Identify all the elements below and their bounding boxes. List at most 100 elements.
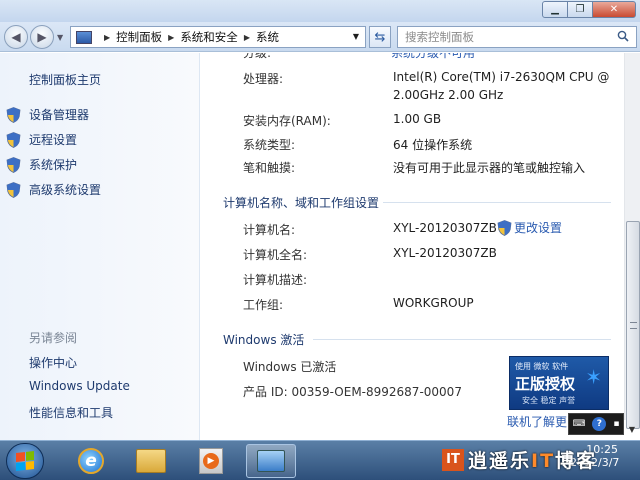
sidebar-item-advanced-settings[interactable]: 高级系统设置	[6, 181, 101, 198]
sidebar-item-label: 高级系统设置	[29, 183, 102, 197]
uac-shield-icon	[497, 219, 512, 236]
tray-menu-icon[interactable]: ▪	[613, 419, 619, 429]
folder-icon	[136, 449, 166, 473]
address-bar[interactable]: ▶ 控制面板 ▶ 系统和安全 ▶ 系统 ▼	[70, 26, 366, 48]
control-panel-icon	[76, 30, 92, 44]
scroll-down-arrow[interactable]: ▼	[625, 422, 639, 436]
breadcrumb-system-security[interactable]: 系统和安全	[180, 29, 238, 45]
watermark-text-b: 博客	[555, 450, 598, 472]
star-icon: ✶	[585, 365, 602, 389]
recent-pages-dropdown[interactable]: ▼	[57, 33, 63, 42]
internet-explorer-icon: e	[78, 448, 104, 474]
taskbar-explorer[interactable]	[126, 444, 176, 478]
rating-link[interactable]: 系统分级不可用	[391, 53, 475, 61]
sidebar-item-label: 远程设置	[29, 133, 78, 147]
taskbar-internet-explorer[interactable]: e	[66, 444, 116, 478]
see-also-windows-update[interactable]: Windows Update	[29, 379, 130, 393]
forward-button[interactable]: ▶	[30, 25, 54, 49]
ram-label: 安装内存(RAM):	[243, 114, 331, 128]
taskbar-control-panel[interactable]	[246, 444, 296, 478]
activation-status: Windows 已激活	[243, 360, 337, 374]
chevron-right-icon: ▶	[104, 32, 111, 42]
change-settings-link[interactable]: 更改设置	[497, 219, 562, 236]
close-button[interactable]: ✕	[592, 1, 636, 18]
computer-name-section-heading: 计算机名称、域和工作组设置	[223, 196, 380, 210]
product-id: 产品 ID: 00359-OEM-8992687-00007	[243, 385, 462, 399]
windows-logo-icon	[16, 451, 34, 471]
chevron-down-icon[interactable]: ▼	[353, 32, 359, 41]
breadcrumb: ▶ 控制面板 ▶ 系统和安全 ▶ 系统	[98, 29, 279, 45]
watermark-text-hl: IT	[531, 450, 556, 472]
rating-label: 分级:	[243, 53, 272, 60]
breadcrumb-control-panel[interactable]: 控制面板	[116, 29, 162, 45]
media-player-icon: ▶	[199, 448, 223, 474]
watermark-logo: IT	[442, 448, 464, 471]
uac-shield-icon	[6, 106, 21, 123]
sidebar-item-device-manager[interactable]: 设备管理器	[6, 106, 89, 123]
uac-shield-icon	[6, 156, 21, 173]
pen-touch-value: 没有可用于此显示器的笔或触控输入	[393, 161, 586, 175]
badge-subtitle: 安全 稳定 声誉	[522, 396, 576, 405]
maximize-button[interactable]: ❐	[567, 1, 593, 18]
processor-label: 处理器:	[243, 72, 284, 86]
processor-value-line2: 2.00GHz 2.00 GHz	[393, 88, 504, 102]
system-properties-panel: 分级: 系统分级不可用 处理器: Intel(R) Core(TM) i7-26…	[201, 53, 624, 440]
workgroup-value: WORKGROUP	[393, 296, 474, 310]
activation-section-heading: Windows 激活	[223, 333, 305, 347]
uac-shield-icon	[6, 181, 21, 198]
watermark: IT 逍遥乐IT博客	[442, 446, 597, 473]
uac-shield-icon	[6, 131, 21, 148]
see-also-performance[interactable]: 性能信息和工具	[29, 404, 113, 421]
see-also-action-center[interactable]: 操作中心	[29, 354, 77, 371]
help-icon[interactable]: ?	[592, 417, 607, 431]
full-name-label: 计算机全名:	[243, 248, 308, 262]
workgroup-label: 工作组:	[243, 298, 284, 312]
search-input[interactable]	[397, 26, 637, 48]
back-button[interactable]: ◀	[4, 25, 28, 49]
breadcrumb-system[interactable]: 系统	[256, 29, 279, 45]
system-type-value: 64 位操作系统	[393, 138, 473, 152]
search-icon[interactable]	[617, 30, 629, 42]
notification-tray: ⌨ ? ▪	[568, 413, 624, 435]
arrow-right-icon: ▶	[37, 30, 47, 44]
watermark-text-a: 逍遥乐	[468, 450, 532, 472]
sidebar: 控制面板主页 设备管理器 远程设置 系统保护 高级系统设置 另请参阅 操作中心 …	[0, 53, 200, 440]
full-name-value: XYL-20120307ZB	[393, 246, 497, 260]
sidebar-item-system-protection[interactable]: 系统保护	[6, 156, 77, 173]
chevron-right-icon[interactable]: ▶	[168, 33, 174, 42]
system-type-label: 系统类型:	[243, 138, 296, 152]
computer-name-label: 计算机名:	[243, 223, 296, 237]
window-title-bar: ▁ ❐ ✕	[0, 0, 640, 22]
change-settings-label: 更改设置	[514, 221, 563, 235]
keyboard-icon[interactable]: ⌨	[572, 419, 585, 429]
refresh-button[interactable]: ⇆	[369, 26, 391, 48]
vertical-scrollbar[interactable]	[624, 53, 640, 429]
sidebar-item-remote-settings[interactable]: 远程设置	[6, 131, 77, 148]
navigation-bar: ◀ ▶ ▼ ▶ 控制面板 ▶ 系统和安全 ▶ 系统 ▼ ⇆	[0, 22, 640, 52]
window-controls: ▁ ❐ ✕	[542, 1, 636, 18]
control-panel-icon	[257, 450, 285, 472]
minimize-button[interactable]: ▁	[542, 1, 568, 18]
taskbar-media-player[interactable]: ▶	[186, 444, 236, 478]
see-also-heading: 另请参阅	[29, 331, 78, 345]
processor-value-line1: Intel(R) Core(TM) i7-2630QM CPU @	[393, 70, 610, 84]
badge-title: 正版授权	[515, 375, 576, 393]
watermark-text: 逍遥乐IT博客	[468, 446, 597, 473]
grip-icon	[630, 322, 637, 329]
description-label: 计算机描述:	[243, 273, 308, 287]
sidebar-item-label: 系统保护	[29, 158, 78, 172]
computer-name-value: XYL-20120307ZB	[393, 221, 497, 235]
section-divider	[313, 339, 611, 340]
genuine-badge[interactable]: 使用 微软 软件 正版授权 安全 稳定 声誉 ✶	[509, 356, 609, 410]
ram-value: 1.00 GB	[393, 112, 442, 126]
section-divider	[383, 202, 611, 203]
start-button[interactable]	[6, 443, 44, 479]
arrow-left-icon: ◀	[11, 30, 21, 44]
sidebar-item-label: 设备管理器	[29, 108, 90, 122]
chevron-right-icon[interactable]: ▶	[244, 33, 250, 42]
pen-touch-label: 笔和触摸:	[243, 161, 296, 175]
scrollbar-thumb[interactable]	[626, 221, 640, 429]
badge-caption: 使用 微软 软件	[515, 362, 569, 371]
refresh-icon: ⇆	[374, 29, 386, 45]
sidebar-control-panel-home[interactable]: 控制面板主页	[29, 71, 101, 88]
